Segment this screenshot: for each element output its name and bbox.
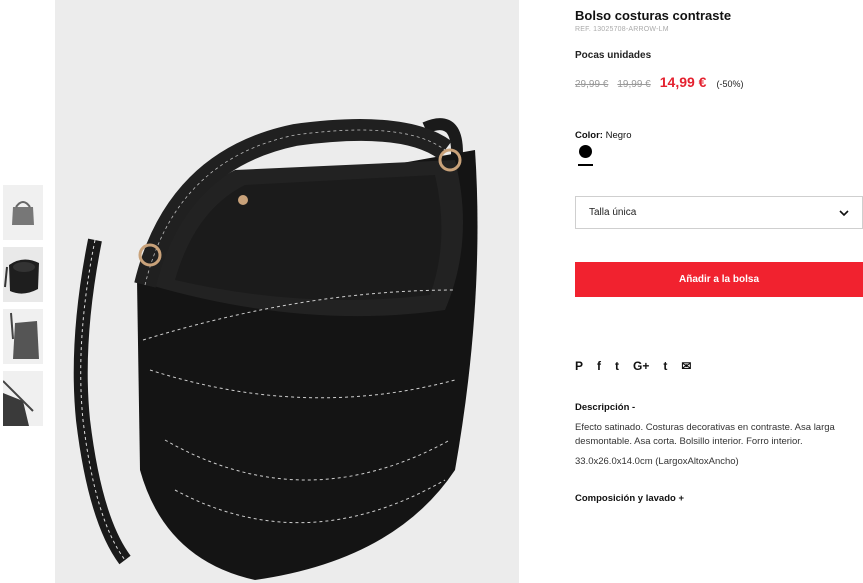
thumbnail-4[interactable] [3, 371, 43, 426]
color-value: Negro [605, 130, 632, 141]
stock-status: Pocas unidades [575, 50, 652, 61]
google-plus-icon[interactable]: G+ [633, 359, 649, 373]
color-label: Color: Negro [575, 130, 631, 141]
selected-swatch-indicator [578, 164, 593, 166]
price-block: 29,99 € 19,99 € 14,99 € (-50%) [575, 74, 743, 90]
facebook-icon[interactable]: f [597, 359, 601, 373]
thumbnail-2[interactable] [3, 247, 43, 302]
thumbnail-1[interactable] [3, 185, 43, 240]
product-info-panel: Bolso costuras contraste REF. 13025708-A… [575, 0, 863, 583]
composition-toggle[interactable]: Composición y lavado + [575, 493, 684, 504]
discount-badge: (-50%) [716, 79, 744, 89]
product-title: Bolso costuras contraste [575, 8, 732, 23]
dimensions-text: 33.0x26.0x14.0cm (LargoxAltoxAncho) [575, 456, 739, 467]
size-select[interactable]: Talla única [575, 196, 863, 229]
thumbnail-3[interactable] [3, 309, 43, 364]
description-toggle[interactable]: Descripción - [575, 402, 635, 413]
pinterest-icon[interactable]: P [575, 359, 583, 373]
previous-price: 19,99 € [617, 79, 651, 90]
color-swatch-negro[interactable] [579, 145, 592, 158]
chevron-down-icon [839, 210, 849, 217]
email-icon[interactable]: ✉ [681, 359, 691, 373]
current-price: 14,99 € [659, 74, 707, 90]
color-label-title: Color: [575, 130, 603, 141]
tumblr-icon[interactable]: t [663, 359, 667, 373]
thumbnail-list [3, 185, 43, 433]
twitter-icon[interactable]: t [615, 359, 619, 373]
original-price: 29,99 € [575, 79, 609, 90]
product-image [55, 0, 519, 583]
product-ref: REF. 13025708-ARROW-LM [575, 26, 669, 33]
description-text: Efecto satinado. Costuras decorativas en… [575, 422, 835, 447]
share-bar: P f t G+ t ✉ [575, 359, 705, 373]
add-to-bag-button[interactable]: Añadir a la bolsa [575, 262, 863, 297]
size-select-value: Talla única [589, 207, 637, 218]
